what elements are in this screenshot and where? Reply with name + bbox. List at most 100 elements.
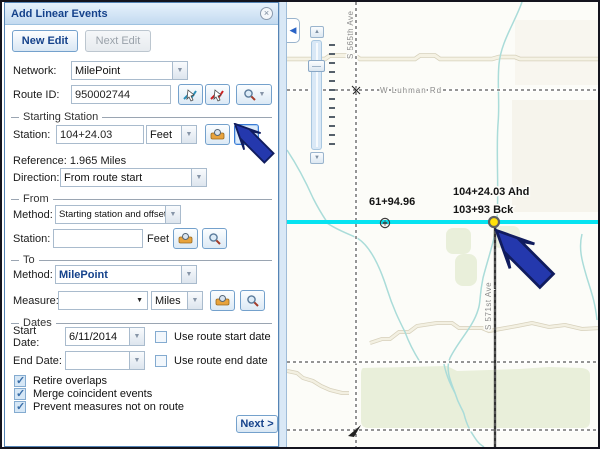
zoom-slider-track[interactable] xyxy=(311,40,322,150)
chevron-left-icon: ◀ xyxy=(290,25,297,36)
chevron-down-icon[interactable]: ▼ xyxy=(129,351,145,370)
vegetation-area xyxy=(493,226,520,248)
vegetation-area xyxy=(446,228,471,254)
network-value: MilePoint xyxy=(71,61,172,80)
vegetation-area xyxy=(455,254,477,286)
from-method-label: Method: xyxy=(13,209,55,221)
measure-tool-icon xyxy=(210,128,225,141)
chevron-down-icon: ▼ xyxy=(136,297,143,304)
from-method-value: Starting station and offset xyxy=(55,205,165,224)
measure-label: Measure: xyxy=(13,295,58,307)
cursor-select-icon xyxy=(183,88,198,102)
start-date-value: 6/11/2014 xyxy=(65,327,129,346)
panel-title: Add Linear Events xyxy=(11,8,108,20)
measure-tool-icon xyxy=(178,232,193,245)
road-label-w-luhman-rd: W Luhman Rd xyxy=(380,86,442,95)
chevron-down-icon: ▼ xyxy=(259,91,266,98)
map-canvas[interactable]: W Luhman Rd S 565th Ave S 571st Ave 61+9… xyxy=(287,2,600,447)
section-starting-station: Starting Station xyxy=(11,111,272,123)
network-label: Network: xyxy=(13,65,71,77)
close-icon[interactable]: × xyxy=(260,7,273,20)
zoom-out-button[interactable]: ▼ xyxy=(310,152,324,164)
collapse-panel-button[interactable]: ◀ xyxy=(287,18,300,43)
select-route-on-map-button[interactable] xyxy=(178,84,203,105)
road-label-s-565th-ave: S 565th Ave xyxy=(346,10,355,59)
landuse-patch xyxy=(515,20,600,85)
next-button[interactable]: Next > xyxy=(236,415,278,433)
network-select[interactable]: MilePoint ▼ xyxy=(71,61,188,80)
direction-select[interactable]: From route start ▼ xyxy=(60,168,207,187)
end-date-select[interactable]: ▼ xyxy=(65,351,145,370)
from-measure-button[interactable] xyxy=(173,228,198,249)
from-station-input[interactable] xyxy=(53,229,143,248)
to-measure-button[interactable] xyxy=(210,290,235,311)
zoom-slider-handle[interactable] xyxy=(308,60,325,72)
chevron-down-icon[interactable]: ▼ xyxy=(181,125,197,144)
pick-location-icon xyxy=(239,128,254,142)
station-units-select[interactable]: Feet ▼ xyxy=(146,125,197,144)
start-date-select[interactable]: 6/11/2014 ▼ xyxy=(65,327,145,346)
next-edit-button[interactable]: Next Edit xyxy=(85,30,151,52)
measure-tool-icon xyxy=(215,294,230,307)
add-linear-events-panel: Add Linear Events × New Edit Next Edit N… xyxy=(4,2,279,447)
to-method-value: MilePoint xyxy=(55,265,181,284)
reference-text: Reference: 1.965 Miles xyxy=(13,155,126,167)
chevron-down-icon[interactable]: ▼ xyxy=(172,61,188,80)
use-route-start-date-label: Use route start date xyxy=(174,331,271,343)
chevron-down-icon[interactable]: ▼ xyxy=(181,265,197,284)
vegetation-area xyxy=(361,366,590,428)
prevent-measures-checkbox[interactable] xyxy=(14,401,26,413)
chevron-down-icon[interactable]: ▼ xyxy=(191,168,207,187)
station-label: Station: xyxy=(13,129,56,141)
use-route-end-date-label: Use route end date xyxy=(174,355,268,367)
to-search-button[interactable] xyxy=(240,290,265,311)
to-method-select[interactable]: MilePoint ▼ xyxy=(55,265,197,284)
merge-coincident-events-label: Merge coincident events xyxy=(33,388,152,400)
end-date-label: End Date: xyxy=(13,355,65,367)
route-search-menu-button[interactable]: ▼ xyxy=(236,84,272,105)
route-id-label: Route ID: xyxy=(13,89,71,101)
to-method-label: Method: xyxy=(13,269,55,281)
prevent-measures-label: Prevent measures not on route xyxy=(33,401,184,413)
from-search-button[interactable] xyxy=(202,228,227,249)
measure-units-select[interactable]: Miles ▼ xyxy=(151,291,203,310)
zoom-in-button[interactable]: ▲ xyxy=(310,26,324,38)
direction-value: From route start xyxy=(60,168,191,187)
pick-station-on-map-button[interactable] xyxy=(234,124,259,145)
road-label-s-571st-ave: S 571st Ave xyxy=(484,282,493,330)
minor-road-bottom-left xyxy=(287,371,349,393)
use-route-end-date-checkbox[interactable] xyxy=(155,355,167,367)
app-window: Add Linear Events × New Edit Next Edit N… xyxy=(0,0,600,449)
station-units-value: Feet xyxy=(146,125,181,144)
search-icon xyxy=(246,294,259,307)
panel-splitter[interactable] xyxy=(279,2,287,447)
from-station-label: Station: xyxy=(13,233,53,245)
search-icon xyxy=(208,232,221,245)
route-id-input[interactable] xyxy=(71,85,171,104)
panel-header: Add Linear Events × xyxy=(5,3,278,25)
retire-overlaps-checkbox[interactable] xyxy=(14,375,26,387)
map-svg: W Luhman Rd S 565th Ave S 571st Ave 61+9… xyxy=(287,2,600,447)
chevron-down-icon[interactable]: ▼ xyxy=(165,205,181,224)
chevron-down-icon[interactable]: ▼ xyxy=(187,291,203,310)
station-label-left: 61+94.96 xyxy=(369,196,415,208)
use-route-start-date-checkbox[interactable] xyxy=(155,331,167,343)
from-units-label: Feet xyxy=(147,233,171,245)
measure-units-value: Miles xyxy=(151,291,187,310)
chevron-down-icon[interactable]: ▼ xyxy=(129,327,145,346)
station-input[interactable] xyxy=(56,125,144,144)
direction-label: Direction: xyxy=(13,172,60,184)
start-date-label: Start Date: xyxy=(13,325,65,349)
from-method-select[interactable]: Starting station and offset ▼ xyxy=(55,205,181,224)
station-label-right-back: 103+93 Bck xyxy=(453,204,514,216)
retire-overlaps-label: Retire overlaps xyxy=(33,375,107,387)
picked-station-marker[interactable] xyxy=(489,217,499,227)
end-date-value xyxy=(65,351,129,370)
new-edit-button[interactable]: New Edit xyxy=(12,30,78,52)
measure-station-button[interactable] xyxy=(205,124,230,145)
measure-combo[interactable]: ▼ xyxy=(58,291,148,310)
station-label-right-ahead: 104+24.03 Ahd xyxy=(453,186,529,198)
cursor-clear-icon xyxy=(210,88,225,102)
clear-route-selection-button[interactable] xyxy=(205,84,230,105)
merge-coincident-events-checkbox[interactable] xyxy=(14,388,26,400)
